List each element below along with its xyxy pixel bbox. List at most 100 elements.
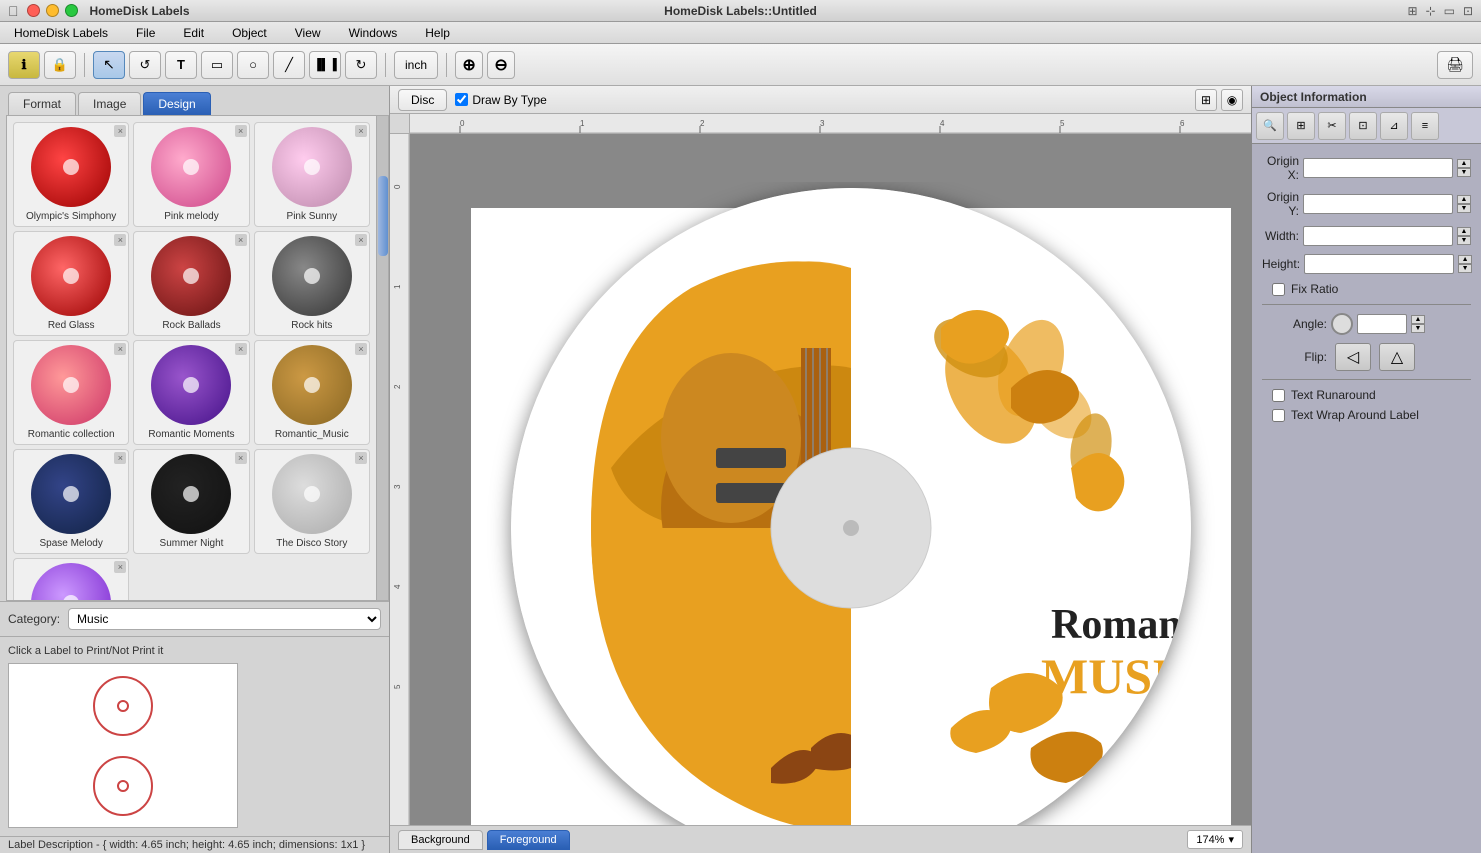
design-close-btn[interactable]: ×	[114, 343, 126, 355]
design-label: Romantic collection	[18, 429, 124, 440]
origin-y-down[interactable]: ▼	[1457, 204, 1471, 213]
draw-by-type-row: Draw By Type	[455, 93, 546, 107]
svg-text:0: 0	[460, 119, 465, 128]
design-close-btn[interactable]: ×	[355, 125, 367, 137]
height-down[interactable]: ▼	[1458, 264, 1472, 273]
angle-dial[interactable]	[1331, 313, 1353, 335]
design-close-btn[interactable]: ×	[114, 561, 126, 573]
height-up[interactable]: ▲	[1458, 255, 1472, 264]
design-close-btn[interactable]: ×	[355, 343, 367, 355]
flip-horizontal-btn[interactable]: ◁	[1335, 343, 1371, 371]
design-item[interactable]: ×Pink Sunny	[254, 122, 370, 227]
design-item[interactable]: ×Violet by Step	[13, 558, 129, 600]
origin-x-input[interactable]	[1303, 158, 1453, 178]
menu-view[interactable]: View	[289, 24, 327, 42]
tab-format[interactable]: Format	[8, 92, 76, 115]
canvas-drawing-area[interactable]: Romantic MUSIC	[430, 182, 1251, 853]
category-select[interactable]: Music Movies Photos	[68, 608, 381, 630]
origin-x-down[interactable]: ▼	[1457, 168, 1471, 177]
menu-edit[interactable]: Edit	[177, 24, 210, 42]
maximize-button[interactable]	[65, 4, 78, 17]
design-close-btn[interactable]: ×	[235, 125, 247, 137]
line-tool-btn[interactable]: ╱	[273, 51, 305, 79]
design-grid-scroll[interactable]: ×Olympic's Simphony×Pink melody×Pink Sun…	[7, 116, 376, 600]
design-close-btn[interactable]: ×	[114, 125, 126, 137]
design-item[interactable]: ×Romantic Moments	[133, 340, 249, 445]
fix-ratio-checkbox[interactable]	[1272, 283, 1285, 296]
minimize-button[interactable]	[46, 4, 59, 17]
design-item[interactable]: ×Spase Melody	[13, 449, 129, 554]
design-close-btn[interactable]: ×	[114, 234, 126, 246]
origin-y-input[interactable]	[1303, 194, 1453, 214]
tab-foreground[interactable]: Foreground	[487, 830, 570, 850]
width-up[interactable]: ▲	[1457, 227, 1471, 236]
zoom-in-button[interactable]: ⊕	[455, 51, 483, 79]
design-close-btn[interactable]: ×	[235, 234, 247, 246]
design-item[interactable]: ×The Disco Story	[254, 449, 370, 554]
design-close-btn[interactable]: ×	[114, 452, 126, 464]
rt-btn-6[interactable]: ≡	[1411, 112, 1439, 140]
barcode-tool-btn[interactable]: ▐▌▐	[309, 51, 341, 79]
rect-tool-btn[interactable]: ▭	[201, 51, 233, 79]
design-close-btn[interactable]: ×	[355, 234, 367, 246]
origin-y-up[interactable]: ▲	[1457, 195, 1471, 204]
design-item[interactable]: ×Rock Ballads	[133, 231, 249, 336]
design-item[interactable]: × Romantic collection	[13, 340, 129, 445]
info-tool-btn[interactable]: ℹ	[8, 51, 40, 79]
undo-tool-btn[interactable]: ↺	[129, 51, 161, 79]
width-input[interactable]	[1303, 226, 1453, 246]
canvas-icon-eye[interactable]: ◉	[1221, 89, 1243, 111]
design-item[interactable]: ×Romantic_Music	[254, 340, 370, 445]
tab-image[interactable]: Image	[78, 92, 141, 115]
pointer-tool-btn[interactable]: ↖	[93, 51, 125, 79]
height-input[interactable]	[1304, 254, 1454, 274]
design-item[interactable]: ×Pink melody	[133, 122, 249, 227]
draw-by-type-checkbox[interactable]	[455, 93, 468, 106]
text-tool-btn[interactable]: T	[165, 51, 197, 79]
disc-button[interactable]: Disc	[398, 89, 447, 111]
transform-tool-btn[interactable]: ↻	[345, 51, 377, 79]
scrollbar[interactable]	[376, 116, 388, 600]
design-item[interactable]: ×Olympic's Simphony	[13, 122, 129, 227]
text-wrap-checkbox[interactable]	[1272, 409, 1285, 422]
width-down[interactable]: ▼	[1457, 236, 1471, 245]
print-button[interactable]: 🖨	[1437, 51, 1473, 79]
text-runaround-checkbox[interactable]	[1272, 389, 1285, 402]
design-item[interactable]: ×Rock hits	[254, 231, 370, 336]
menu-windows[interactable]: Windows	[343, 24, 404, 42]
ellipse-tool-btn[interactable]: ○	[237, 51, 269, 79]
svg-text:4: 4	[393, 584, 402, 589]
design-item[interactable]: ×Red Glass	[13, 231, 129, 336]
design-close-btn[interactable]: ×	[235, 452, 247, 464]
angle-input[interactable]	[1357, 314, 1407, 334]
resize-icon[interactable]: ⊡	[1463, 4, 1473, 18]
design-item[interactable]: ×Summer Night	[133, 449, 249, 554]
menu-file[interactable]: File	[130, 24, 161, 42]
design-close-btn[interactable]: ×	[235, 343, 247, 355]
mini-disc-hole-bottom	[117, 780, 129, 792]
zoom-out-button[interactable]: ⊖	[487, 51, 515, 79]
origin-x-up[interactable]: ▲	[1457, 159, 1471, 168]
rt-btn-2[interactable]: ⊞	[1287, 112, 1315, 140]
tab-design[interactable]: Design	[143, 92, 210, 115]
menu-object[interactable]: Object	[226, 24, 273, 42]
tab-background[interactable]: Background	[398, 830, 483, 850]
rt-btn-1[interactable]: 🔍	[1256, 112, 1284, 140]
menu-help[interactable]: Help	[419, 24, 456, 42]
fix-ratio-row: Fix Ratio	[1262, 282, 1471, 296]
angle-down[interactable]: ▼	[1411, 324, 1425, 333]
zoom-indicator[interactable]: 174% ▾	[1187, 830, 1243, 849]
design-close-btn[interactable]: ×	[355, 452, 367, 464]
menu-homedisk[interactable]: HomeDisk Labels	[8, 24, 114, 42]
lock-tool-btn[interactable]: 🔒	[44, 51, 76, 79]
rt-btn-4[interactable]: ⊡	[1349, 112, 1377, 140]
angle-up[interactable]: ▲	[1411, 315, 1425, 324]
menu-bar: HomeDisk Labels File Edit Object View Wi…	[0, 22, 1481, 44]
scrollbar-thumb[interactable]	[378, 176, 388, 256]
flip-vertical-btn[interactable]: △	[1379, 343, 1415, 371]
close-button[interactable]	[27, 4, 40, 17]
canvas-icon-layer[interactable]: ⊞	[1195, 89, 1217, 111]
unit-button[interactable]: inch	[394, 51, 438, 79]
rt-btn-3[interactable]: ✂	[1318, 112, 1346, 140]
rt-btn-5[interactable]: ⊿	[1380, 112, 1408, 140]
